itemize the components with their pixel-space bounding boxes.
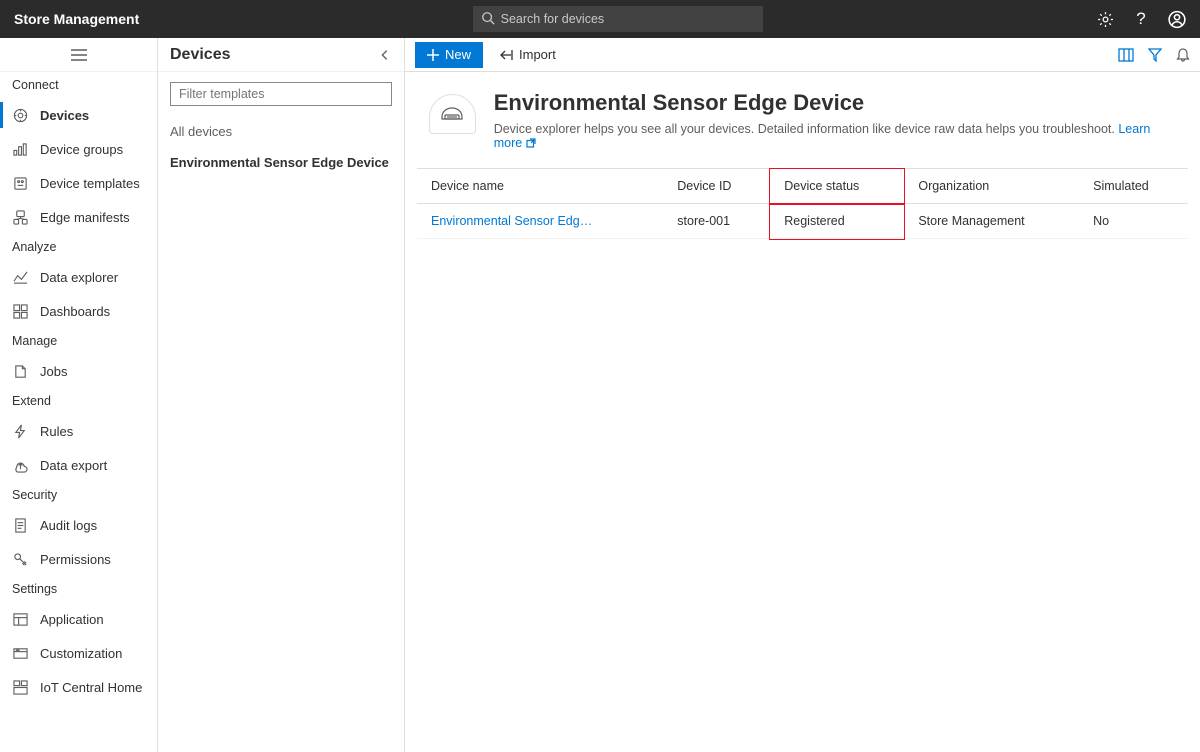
nav-item-permissions[interactable]: Permissions	[0, 542, 157, 576]
nav-item-label: IoT Central Home	[40, 680, 142, 695]
help-icon[interactable]: ?	[1132, 10, 1150, 28]
nav-item-label: Jobs	[40, 364, 67, 379]
nav-section-header: Analyze	[0, 234, 157, 260]
nav-item-rules[interactable]: Rules	[0, 414, 157, 448]
dashboards-icon	[12, 303, 28, 319]
column-header[interactable]: Organization	[904, 169, 1079, 204]
device-id-cell: store-001	[663, 204, 770, 239]
plus-icon	[427, 49, 439, 61]
device-templates-icon	[12, 175, 28, 191]
command-bar: New Import	[405, 38, 1200, 72]
nav-item-label: Data explorer	[40, 270, 118, 285]
main-content: New Import Environmental Sensor Edge Dev…	[405, 38, 1200, 752]
gear-icon[interactable]	[1096, 10, 1114, 28]
nav-item-data-explorer[interactable]: Data explorer	[0, 260, 157, 294]
nav-item-label: Device groups	[40, 142, 123, 157]
template-item[interactable]: Environmental Sensor Edge Device	[158, 147, 404, 178]
import-icon	[499, 49, 513, 61]
customization-icon	[12, 645, 28, 661]
nav-item-device-templates[interactable]: Device templates	[0, 166, 157, 200]
column-header[interactable]: Simulated	[1079, 169, 1188, 204]
filter-icon[interactable]	[1148, 48, 1162, 62]
devices-icon	[12, 107, 28, 123]
simulated-cell: No	[1079, 204, 1188, 239]
column-header[interactable]: Device ID	[663, 169, 770, 204]
nav-section-header: Security	[0, 482, 157, 508]
nav-section-header: Manage	[0, 328, 157, 354]
search-input[interactable]	[473, 6, 763, 32]
device-template-icon	[429, 94, 476, 134]
nav-item-label: Devices	[40, 108, 89, 123]
nav-section-header: Extend	[0, 388, 157, 414]
nav-item-label: Permissions	[40, 552, 111, 567]
search-icon	[481, 11, 495, 25]
template-panel: Devices All devicesEnvironmental Sensor …	[158, 38, 405, 752]
columns-icon[interactable]	[1118, 48, 1134, 62]
topbar: Store Management ?	[0, 0, 1200, 38]
nav-item-label: Device templates	[40, 176, 140, 191]
nav-item-data-export[interactable]: Data export	[0, 448, 157, 482]
nav-section-header: Connect	[0, 72, 157, 98]
audit-logs-icon	[12, 517, 28, 533]
nav-item-iot-central-home[interactable]: IoT Central Home	[0, 670, 157, 704]
template-item[interactable]: All devices	[158, 116, 404, 147]
column-header[interactable]: Device status	[770, 169, 904, 204]
permissions-icon	[12, 551, 28, 567]
data-export-icon	[12, 457, 28, 473]
new-button[interactable]: New	[415, 42, 483, 68]
new-label: New	[445, 47, 471, 62]
org-cell: Store Management	[904, 204, 1079, 239]
bell-icon[interactable]	[1176, 47, 1190, 62]
nav-item-audit-logs[interactable]: Audit logs	[0, 508, 157, 542]
jobs-icon	[12, 363, 28, 379]
rules-icon	[12, 423, 28, 439]
nav-item-jobs[interactable]: Jobs	[0, 354, 157, 388]
application-icon	[12, 611, 28, 627]
device-groups-icon	[12, 141, 28, 157]
filter-templates-input[interactable]	[170, 82, 392, 106]
nav-item-dashboards[interactable]: Dashboards	[0, 294, 157, 328]
nav-item-devices[interactable]: Devices	[0, 98, 157, 132]
nav-item-label: Rules	[40, 424, 73, 439]
devices-table: Device nameDevice IDDevice statusOrganiz…	[417, 168, 1188, 239]
page-subtitle: Device explorer helps you see all your d…	[494, 122, 1176, 150]
nav-item-label: Dashboards	[40, 304, 110, 319]
account-icon[interactable]	[1168, 10, 1186, 28]
nav-item-application[interactable]: Application	[0, 602, 157, 636]
nav-section-header: Settings	[0, 576, 157, 602]
nav-item-customization[interactable]: Customization	[0, 636, 157, 670]
table-row[interactable]: Environmental Sensor Edg…store-001Regist…	[417, 204, 1188, 239]
global-search[interactable]	[473, 6, 763, 32]
nav-item-label: Audit logs	[40, 518, 97, 533]
app-title: Store Management	[14, 11, 139, 27]
import-button[interactable]: Import	[489, 42, 566, 68]
device-status-cell: Registered	[770, 204, 904, 239]
nav-item-label: Customization	[40, 646, 122, 661]
nav-item-label: Edge manifests	[40, 210, 130, 225]
data-explorer-icon	[12, 269, 28, 285]
topbar-actions: ?	[1096, 10, 1186, 28]
nav-item-edge-manifests[interactable]: Edge manifests	[0, 200, 157, 234]
collapse-panel-button[interactable]	[378, 48, 392, 62]
edge-manifests-icon	[12, 209, 28, 225]
nav-item-label: Data export	[40, 458, 107, 473]
hamburger-button[interactable]	[0, 38, 157, 72]
nav-item-label: Application	[40, 612, 104, 627]
nav-item-device-groups[interactable]: Device groups	[0, 132, 157, 166]
import-label: Import	[519, 47, 556, 62]
page-title: Environmental Sensor Edge Device	[494, 90, 1176, 116]
iot-central-home-icon	[12, 679, 28, 695]
device-name-cell[interactable]: Environmental Sensor Edg…	[417, 204, 663, 239]
left-nav: Connect Devices Device groups Device templa…	[0, 38, 158, 752]
template-heading: Devices	[170, 46, 231, 64]
column-header[interactable]: Device name	[417, 169, 663, 204]
